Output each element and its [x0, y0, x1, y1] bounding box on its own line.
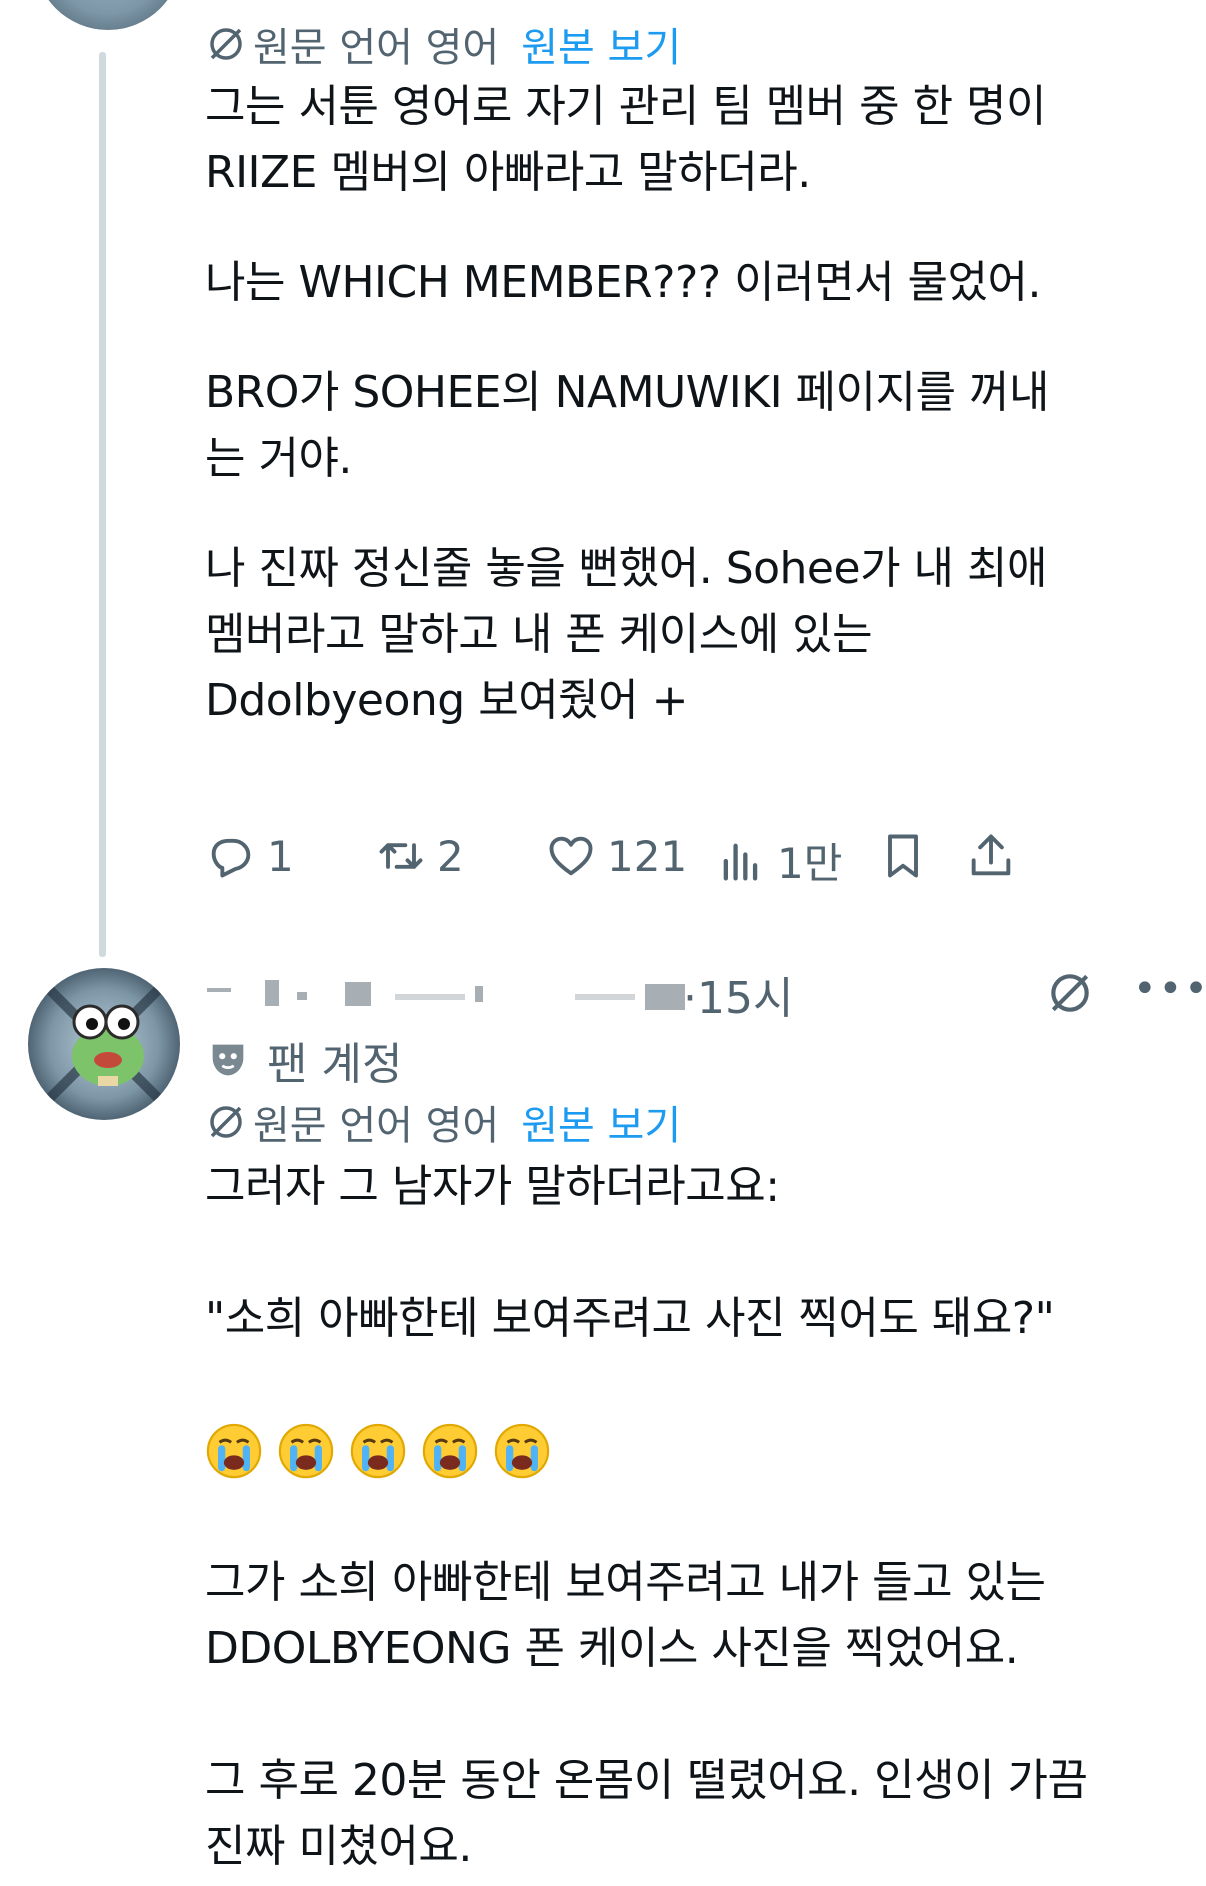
tweet-2-body: 원문 언어 영어 원본 보기 그러자 그 남자가 말하더라고요: "소희 아빠한… [205, 1094, 1186, 1880]
retweet-count: 2 [437, 831, 464, 881]
like-icon [549, 836, 593, 876]
bookmark-button[interactable] [877, 830, 939, 882]
bookmark-icon [888, 834, 918, 878]
reply-icon [211, 838, 251, 878]
tweet-text-paragraph: 그가 소희 아빠한테 보여주려고 내가 들고 있는 DDOLBYEONG 폰 케… [205, 1557, 1046, 1674]
tweet-text-paragraph: 그는 서툰 영어로 자기 관리 팀 멤버 중 한 명이 RIIZE 멤버의 아빠… [205, 81, 1047, 198]
views-button[interactable]: 1만 [715, 830, 842, 891]
tweet-text-paragraph: BRO가 SOHEE의 NAMUWIKI 페이지를 꺼내 는 거야. [205, 367, 1049, 484]
tweet-1-body: 원문 언어 영어 원본 보기 그는 서툰 영어로 자기 관리 팀 멤버 중 한 … [205, 16, 1186, 734]
fan-account-label: 팬 계정 [205, 1030, 402, 1090]
retweet-icon [379, 843, 423, 869]
frog-avatar-image [28, 968, 180, 1120]
crying-face-icon [206, 1423, 262, 1479]
tweet-action-bar: 1 2 121 1만 [205, 830, 1185, 890]
crying-face-icon [278, 1423, 334, 1479]
translation-language-label: 원문 언어 영어 [253, 1103, 500, 1149]
tweet-text-paragraph: 그 후로 20분 동안 온몸이 떨렸어요. 인생이 가끔 진짜 미쳤어요. [205, 1755, 1088, 1872]
like-count: 121 [607, 831, 688, 881]
avatar-previous-user[interactable] [34, 0, 182, 30]
fan-account-text: 팬 계정 [267, 1039, 403, 1090]
show-original-link[interactable]: 원본 보기 [521, 15, 681, 73]
share-icon [971, 834, 1011, 876]
more-icon[interactable]: ••• [1133, 966, 1206, 1012]
avatar[interactable] [28, 968, 180, 1120]
translate-icon[interactable] [1045, 968, 1095, 1018]
tweet-text-paragraph: "소희 아빠한테 보여주려고 사진 찍어도 돼요?" [205, 1293, 1055, 1344]
redacted-username [207, 980, 685, 1010]
translation-notice: 원문 언어 영어 원본 보기 [205, 16, 1186, 72]
crying-face-icon [494, 1423, 550, 1479]
tweet-text-paragraph: 나는 WHICH MEMBER??? 이러면서 물었어. [205, 257, 1041, 308]
reply-button[interactable]: 1 [205, 830, 294, 882]
thread-line [99, 52, 106, 957]
tweet-text-paragraph: 그러자 그 남자가 말하더라고요: [205, 1161, 780, 1212]
tweet-text-paragraph: 나 진짜 정신줄 놓을 뻔했어. Sohee가 내 최애 멤버라고 말하고 내 … [205, 543, 1047, 726]
translation-notice: 원문 언어 영어 원본 보기 [205, 1094, 1186, 1150]
retweet-button[interactable]: 2 [375, 830, 464, 882]
share-button[interactable] [965, 830, 1027, 882]
translate-icon [210, 1106, 242, 1138]
reply-count: 1 [267, 831, 294, 881]
tweet-timestamp[interactable]: ·15시 [683, 962, 793, 1026]
view-count: 1만 [777, 839, 843, 888]
translate-icon [210, 28, 242, 60]
crying-face-icon [422, 1423, 478, 1479]
translation-language-label: 원문 언어 영어 [253, 25, 500, 71]
views-icon [723, 843, 758, 880]
like-button[interactable]: 121 [545, 830, 687, 882]
show-original-link[interactable]: 원본 보기 [521, 1093, 681, 1151]
emoji-row [205, 1418, 1186, 1484]
fan-mask-icon [212, 1044, 244, 1076]
tweet-2-header: ·15시 ••• [205, 960, 1206, 1030]
crying-face-icon [350, 1423, 406, 1479]
